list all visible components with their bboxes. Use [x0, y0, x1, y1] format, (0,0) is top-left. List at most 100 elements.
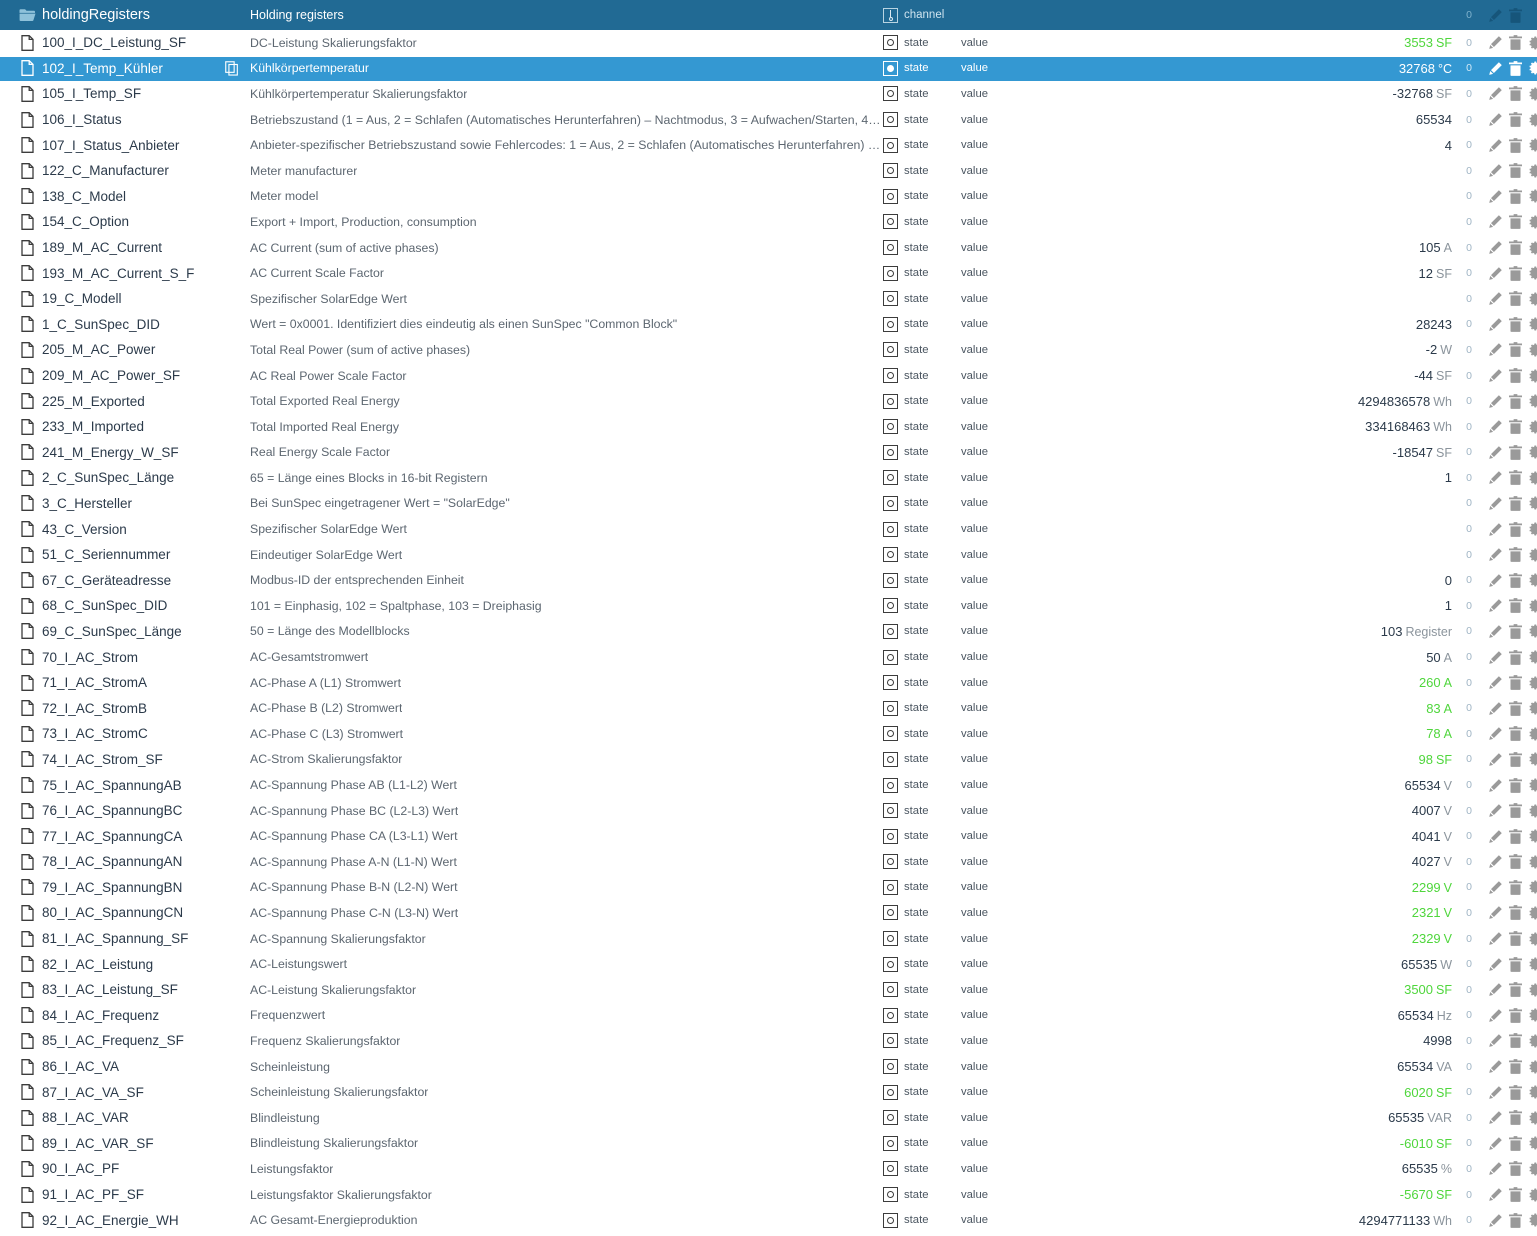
delete-trash-icon[interactable]	[1509, 35, 1522, 51]
edit-pencil-icon[interactable]	[1488, 1110, 1503, 1125]
edit-pencil-icon[interactable]	[1488, 112, 1503, 127]
settings-gear-icon[interactable]	[1528, 752, 1537, 766]
delete-trash-icon[interactable]	[1509, 828, 1522, 844]
table-row[interactable]: 85_I_AC_Frequenz_SF Frequenz Skalierungsf…	[0, 1028, 1537, 1054]
edit-pencil-icon[interactable]	[1488, 650, 1503, 665]
state-cell[interactable]: state	[883, 1059, 951, 1075]
edit-pencil-icon[interactable]	[1488, 1059, 1503, 1074]
delete-trash-icon[interactable]	[1509, 214, 1522, 230]
delete-trash-icon[interactable]	[1509, 700, 1522, 716]
table-row[interactable]: 81_I_AC_Spannung_SF AC-Spannung Skalierun…	[0, 926, 1537, 952]
table-row[interactable]: 69_C_SunSpec_Länge 50 = Länge des Modellb…	[0, 619, 1537, 645]
settings-gear-icon[interactable]	[1528, 138, 1537, 152]
settings-gear-icon[interactable]	[1528, 1136, 1537, 1150]
state-cell[interactable]: state	[883, 1084, 951, 1100]
settings-gear-icon[interactable]	[1528, 1111, 1537, 1125]
settings-gear-icon[interactable]	[1528, 676, 1537, 690]
edit-pencil-icon[interactable]	[1488, 778, 1503, 793]
edit-pencil-icon[interactable]	[1488, 1085, 1503, 1100]
settings-gear-icon[interactable]	[1528, 420, 1537, 434]
settings-gear-icon[interactable]	[1528, 1162, 1537, 1176]
state-cell[interactable]: state	[883, 316, 951, 332]
edit-pencil-icon[interactable]	[1488, 598, 1503, 613]
edit-pencil-icon[interactable]	[1488, 291, 1503, 306]
tree-header-row[interactable]: holdingRegisters Holding registers chann…	[0, 0, 1537, 30]
edit-pencil-icon[interactable]	[1488, 266, 1503, 281]
delete-trash-icon[interactable]	[1509, 342, 1522, 358]
delete-trash-icon[interactable]	[1509, 879, 1522, 895]
edit-pencil-icon[interactable]	[1488, 342, 1503, 357]
state-cell[interactable]: state	[883, 521, 951, 537]
table-row[interactable]: 225_M_Exported Total Exported Real Energy…	[0, 388, 1537, 414]
state-cell[interactable]: state	[883, 163, 951, 179]
table-row[interactable]: 84_I_AC_Frequenz Frequenzwert state value 65…	[0, 1003, 1537, 1029]
state-cell[interactable]: state	[883, 751, 951, 767]
state-cell[interactable]: state	[883, 828, 951, 844]
settings-gear-icon[interactable]	[1528, 292, 1537, 306]
edit-pencil-icon[interactable]	[1488, 522, 1503, 537]
edit-pencil-icon[interactable]	[1488, 138, 1503, 153]
settings-gear-icon[interactable]	[1528, 599, 1537, 613]
edit-pencil-icon[interactable]	[1488, 368, 1503, 383]
settings-gear-icon[interactable]	[1528, 855, 1537, 869]
state-cell[interactable]: state	[883, 982, 951, 998]
copy-icon[interactable]	[225, 61, 243, 76]
delete-trash-icon[interactable]	[1509, 60, 1522, 76]
delete-trash-icon[interactable]	[1509, 547, 1522, 563]
edit-pencil-icon[interactable]	[1488, 214, 1503, 229]
state-cell[interactable]: state	[883, 86, 951, 102]
table-row[interactable]: 91_I_AC_PF_SF Leistungsfaktor Skalierungs…	[0, 1182, 1537, 1208]
table-row[interactable]: 100_I_DC_Leistung_SF DC-Leistung Skalieru…	[0, 30, 1537, 56]
edit-pencil-icon[interactable]	[1488, 957, 1503, 972]
settings-gear-icon[interactable]	[1528, 932, 1537, 946]
table-row[interactable]: 205_M_AC_Power Total Real Power (sum of a…	[0, 337, 1537, 363]
table-row[interactable]: 233_M_Imported Total Imported Real Energy…	[0, 414, 1537, 440]
state-cell[interactable]: state	[883, 1033, 951, 1049]
state-cell[interactable]: state	[883, 956, 951, 972]
delete-trash-icon[interactable]	[1509, 1135, 1522, 1151]
table-row[interactable]: 67_C_Geräteadresse Modbus-ID der entsprec…	[0, 567, 1537, 593]
delete-trash-icon[interactable]	[1509, 982, 1522, 998]
delete-trash-icon[interactable]	[1509, 675, 1522, 691]
state-cell[interactable]: state	[883, 931, 951, 947]
settings-gear-icon[interactable]	[1528, 804, 1537, 818]
table-row[interactable]: 79_I_AC_SpannungBN AC-Spannung Phase B-N …	[0, 875, 1537, 901]
table-row[interactable]: 80_I_AC_SpannungCN AC-Spannung Phase C-N …	[0, 900, 1537, 926]
delete-trash-icon[interactable]	[1509, 470, 1522, 486]
table-row[interactable]: 209_M_AC_Power_SF AC Real Power Scale Fac…	[0, 363, 1537, 389]
delete-trash-icon[interactable]	[1509, 86, 1522, 102]
delete-trash-icon[interactable]	[1509, 444, 1522, 460]
delete-trash-icon[interactable]	[1509, 188, 1522, 204]
delete-trash-icon[interactable]	[1509, 316, 1522, 332]
table-row[interactable]: 189_M_AC_Current AC Current (sum of activ…	[0, 235, 1537, 261]
settings-gear-icon[interactable]	[1528, 343, 1537, 357]
settings-gear-icon[interactable]	[1528, 548, 1537, 562]
edit-pencil-icon[interactable]	[1488, 1136, 1503, 1151]
edit-pencil-icon[interactable]	[1488, 905, 1503, 920]
table-row[interactable]: 73_I_AC_StromC AC-Phase C (L3) Stromwert s…	[0, 721, 1537, 747]
settings-gear-icon[interactable]	[1528, 1008, 1537, 1022]
delete-trash-icon[interactable]	[1509, 265, 1522, 281]
delete-trash-icon[interactable]	[1509, 1059, 1522, 1074]
edit-pencil-icon[interactable]	[1488, 317, 1503, 332]
delete-trash-icon[interactable]	[1509, 1033, 1522, 1049]
state-cell[interactable]: state	[883, 368, 951, 384]
settings-gear-icon[interactable]	[1528, 394, 1537, 408]
table-row[interactable]: 154_C_Option Export + Import, Production,…	[0, 209, 1537, 235]
edit-pencil-icon[interactable]	[1488, 163, 1503, 178]
table-row[interactable]: 3_C_Hersteller Bei SunSpec eingetragener …	[0, 491, 1537, 517]
edit-pencil-icon[interactable]	[1488, 931, 1503, 946]
state-cell[interactable]: state	[883, 470, 951, 486]
settings-gear-icon[interactable]	[1528, 445, 1537, 459]
state-cell[interactable]: state	[883, 419, 951, 435]
delete-trash-icon[interactable]	[1509, 649, 1522, 665]
settings-gear-icon[interactable]	[1528, 624, 1537, 638]
delete-trash-icon[interactable]	[1509, 521, 1522, 537]
state-cell[interactable]: state	[883, 700, 951, 716]
table-row[interactable]: 241_M_Energy_W_SF Real Energy Scale Facto…	[0, 440, 1537, 466]
edit-pencil-icon[interactable]	[1488, 445, 1503, 460]
table-row[interactable]: 107_I_Status_Anbieter Anbieter-spezifisch…	[0, 132, 1537, 158]
table-row[interactable]: 87_I_AC_VA_SF Scheinleistung Skalierungsf…	[0, 1079, 1537, 1105]
settings-gear-icon[interactable]	[1528, 189, 1537, 203]
edit-pencil-icon[interactable]	[1488, 394, 1503, 409]
